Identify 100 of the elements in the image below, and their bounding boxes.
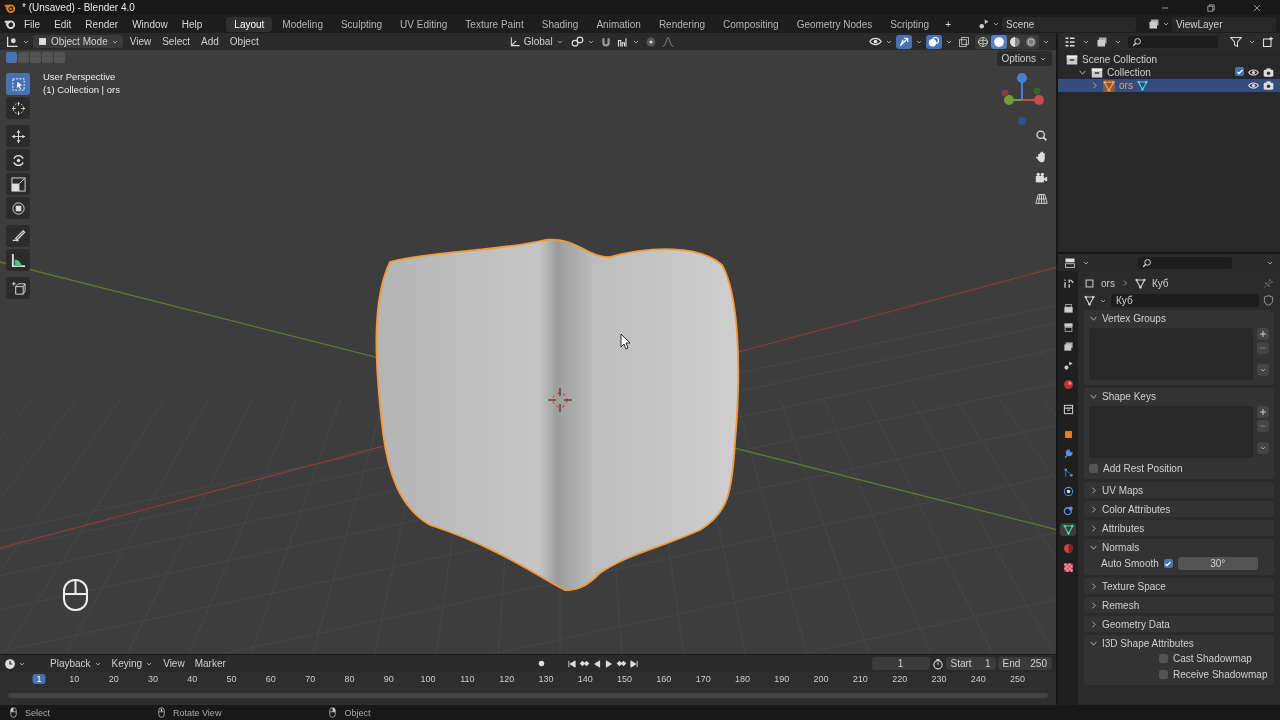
outliner-icon[interactable]	[1064, 35, 1076, 48]
menu-item[interactable]: View	[125, 35, 156, 48]
gizmo-toggle[interactable]	[896, 34, 912, 49]
new-collection-icon[interactable]	[1262, 35, 1274, 48]
jump-start-icon[interactable]	[566, 658, 577, 669]
fake-user-shield-icon[interactable]	[1263, 295, 1274, 306]
menu-item[interactable]: Marker	[190, 657, 230, 670]
menu-item[interactable]: Render	[79, 16, 125, 32]
filter-icon[interactable]	[1230, 35, 1242, 48]
shading-button[interactable]	[991, 34, 1007, 49]
mesh-data-icon[interactable]	[1084, 295, 1095, 306]
add-workspace-button[interactable]: +	[939, 16, 957, 32]
menu-item[interactable]: Playback	[46, 657, 106, 670]
menu-button[interactable]	[1257, 442, 1269, 454]
checkbox[interactable]	[1159, 654, 1168, 663]
menu-item[interactable]: Keying	[107, 657, 158, 670]
workspace-tab[interactable]: Animation	[588, 16, 649, 32]
end-frame-field[interactable]: End 250	[997, 657, 1052, 670]
workspace-tab[interactable]: Geometry Nodes	[788, 16, 881, 32]
workspace-tab[interactable]: UV Editing	[392, 16, 456, 32]
panel-header[interactable]: Shape Keys	[1084, 388, 1274, 404]
workspace-tab[interactable]: Sculpting	[332, 16, 391, 32]
properties-editor-icon[interactable]	[1064, 256, 1076, 269]
panel-header[interactable]: Color Attributes	[1084, 501, 1274, 517]
navigation-gizmo[interactable]	[1001, 73, 1044, 125]
current-frame-field[interactable]: 1	[871, 657, 930, 670]
menu-item[interactable]: File	[18, 16, 47, 32]
scene-field[interactable]: Scene	[1002, 16, 1136, 32]
checkbox[interactable]	[1235, 67, 1244, 76]
play-icon[interactable]	[603, 658, 614, 669]
checkbox[interactable]	[1159, 670, 1168, 679]
checkbox[interactable]	[1089, 464, 1098, 473]
tool-button[interactable]	[6, 173, 30, 195]
mode-dropdown[interactable]: Object Mode	[33, 35, 123, 48]
mesh-drawing[interactable]	[375, 238, 740, 592]
tool-button[interactable]	[6, 249, 30, 271]
current-frame-marker[interactable]: 1	[32, 674, 46, 684]
start-frame-field[interactable]: Start 1	[945, 657, 996, 670]
menu-button[interactable]	[1257, 364, 1269, 376]
panel-header[interactable]: Normals	[1084, 539, 1274, 555]
menu-item[interactable]: View	[159, 657, 189, 670]
editor-type-icon[interactable]	[6, 35, 19, 48]
workspace-tab[interactable]: Compositing	[715, 16, 787, 32]
eye-icon[interactable]	[1248, 80, 1259, 91]
overlay-toggle[interactable]	[926, 34, 942, 49]
panel-header[interactable]: Attributes	[1084, 520, 1274, 536]
pivot-icon[interactable]	[570, 35, 584, 48]
previous-keyframe-icon[interactable]	[578, 658, 590, 669]
outliner-row[interactable]: ors	[1058, 79, 1280, 92]
scene-icon[interactable]	[978, 18, 990, 30]
blender-logo-icon[interactable]	[4, 18, 16, 30]
falloff-curve-icon[interactable]	[661, 35, 674, 48]
visibility-icon[interactable]	[869, 35, 882, 48]
tool-button[interactable]	[6, 97, 30, 119]
eye-icon[interactable]	[1248, 67, 1259, 78]
checkbox[interactable]	[1163, 559, 1173, 568]
tool-button[interactable]	[6, 277, 30, 299]
camera-icon[interactable]	[1263, 67, 1274, 78]
menu-item[interactable]: Edit	[48, 16, 78, 32]
menu-item[interactable]: Select	[158, 35, 194, 48]
next-keyframe-icon[interactable]	[615, 658, 627, 669]
shading-button[interactable]	[975, 34, 991, 49]
add-button[interactable]	[1257, 406, 1269, 418]
add-button[interactable]	[1257, 328, 1269, 340]
menu-item[interactable]: Help	[175, 16, 209, 32]
workspace-tab[interactable]: Texture Paint	[457, 16, 532, 32]
menu-item[interactable]: Object	[225, 35, 263, 48]
snap-target-icon[interactable]	[616, 35, 629, 48]
3d-viewport[interactable]: Object Mode View Select Add Object Global User Perspective (1) Collection | ors Options	[0, 33, 1056, 654]
stopwatch-icon[interactable]	[931, 657, 944, 670]
xray-toggle[interactable]	[956, 34, 972, 49]
tool-button[interactable]	[6, 225, 30, 247]
workspace-tab[interactable]: Rendering	[650, 16, 714, 32]
clock-icon[interactable]	[4, 657, 16, 670]
panel-header[interactable]: Remesh	[1084, 597, 1274, 613]
panel-header[interactable]: Texture Space	[1084, 578, 1274, 594]
view-layer-field[interactable]: ViewLayer	[1172, 16, 1276, 32]
outliner-row[interactable]: Scene Collection	[1058, 53, 1280, 66]
jump-end-icon[interactable]	[628, 658, 639, 669]
menu-item[interactable]: Add	[197, 35, 223, 48]
outliner-row[interactable]: Collection	[1058, 66, 1280, 79]
image-stack-icon[interactable]	[1148, 18, 1160, 30]
tool-button[interactable]	[6, 197, 30, 219]
camera-icon[interactable]	[1263, 80, 1274, 91]
workspace-tab[interactable]: Layout	[226, 16, 273, 32]
panel-header[interactable]: UV Maps	[1084, 482, 1274, 498]
workspace-tab[interactable]: Scripting	[882, 16, 938, 32]
tool-button[interactable]	[6, 73, 30, 95]
frame-ruler[interactable]: 1 10 20 30 40 50 60 70 80 90 100 110 120 130 140 150 160 170 180 190 200 210 220 230 240 250	[0, 672, 1056, 705]
options-dropdown[interactable]: Options	[996, 51, 1052, 66]
panel-header[interactable]: Vertex Groups	[1084, 310, 1274, 326]
search-field[interactable]	[1128, 35, 1218, 48]
tool-button[interactable]	[6, 125, 30, 147]
angle-field[interactable]: 30°	[1177, 557, 1258, 570]
search-field[interactable]	[1138, 256, 1232, 269]
shading-button[interactable]	[1007, 34, 1023, 49]
menu-item[interactable]: Window	[126, 16, 174, 32]
workspace-tab[interactable]: Modeling	[274, 16, 331, 32]
display-mode-icon[interactable]	[1096, 35, 1108, 48]
panel-header[interactable]: I3D Shape Attributes	[1084, 635, 1274, 651]
